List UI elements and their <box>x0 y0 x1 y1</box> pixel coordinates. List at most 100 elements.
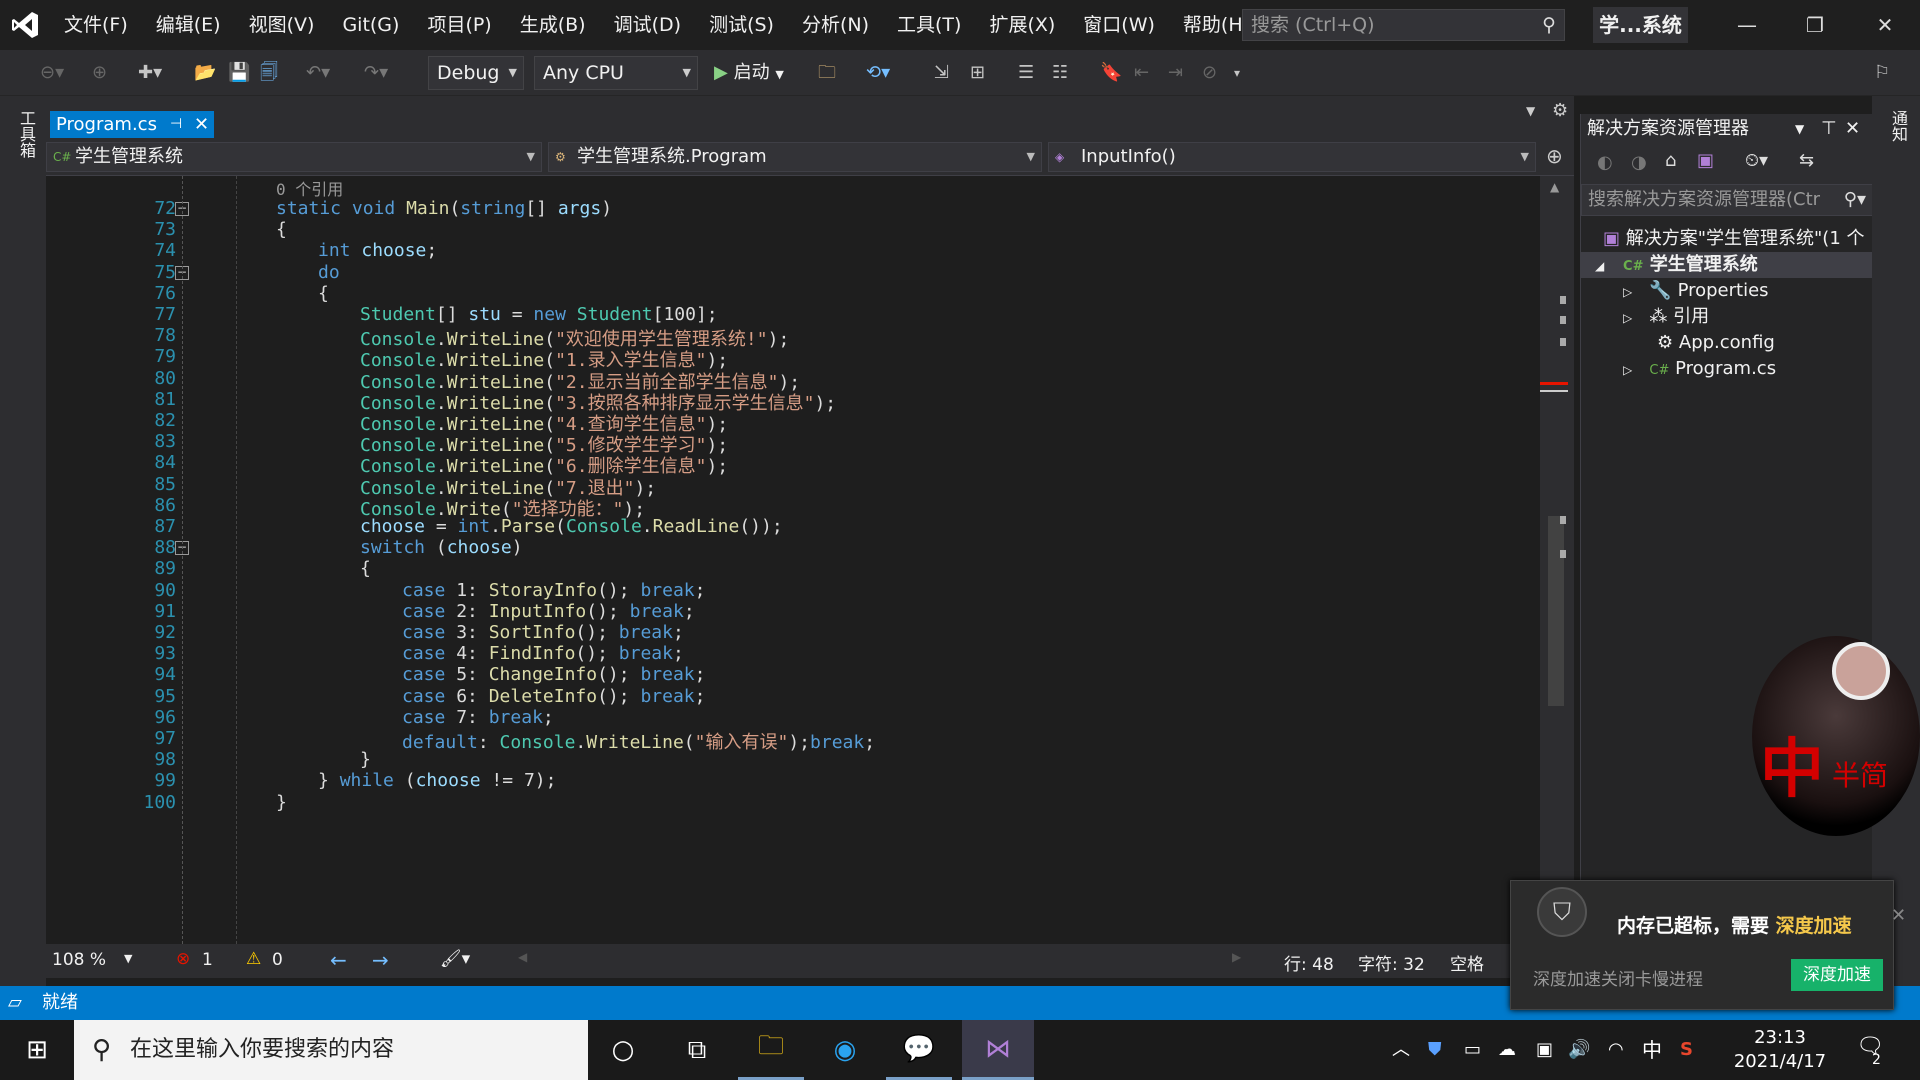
pin-icon[interactable]: ⊣ <box>170 111 182 138</box>
error-count[interactable]: 1 <box>202 950 213 970</box>
menu-item[interactable]: Git(G) <box>328 0 413 50</box>
search-input[interactable]: 搜索 (Ctrl+Q) ⚲ <box>1242 9 1565 41</box>
menu-item[interactable]: 视图(V) <box>235 0 329 50</box>
clock[interactable]: 23:13 2021/4/17 <box>1724 1026 1836 1074</box>
accelerate-button[interactable]: 深度加速 <box>1791 959 1883 991</box>
split-editor-icon[interactable]: ⊕ <box>1546 144 1563 168</box>
hot-reload-icon[interactable]: ⟲▾ <box>866 58 890 88</box>
step-icon[interactable]: ⇲ <box>934 58 949 88</box>
solution-search-input[interactable]: 搜索解决方案资源管理器(Ctr ⚲▾ <box>1581 184 1873 216</box>
uncomment-icon[interactable]: ☷ <box>1052 58 1068 88</box>
sync-icon[interactable]: ⇆ <box>1799 150 1814 171</box>
feedback-icon[interactable]: ⚐ <box>1874 58 1890 88</box>
windows-start-icon[interactable]: ⊞ <box>4 1020 70 1080</box>
tree-item-project[interactable]: ◢ C# 学生管理系统 <box>1581 252 1873 278</box>
line-number[interactable]: 行: 48 <box>1284 950 1334 975</box>
column-number[interactable]: 字符: 32 <box>1358 950 1425 975</box>
menu-item[interactable]: 文件(F) <box>50 0 142 50</box>
project-dropdown[interactable]: C# 学生管理系统 ▼ <box>46 142 542 172</box>
next-bookmark-icon[interactable]: ⇥ <box>1168 58 1183 88</box>
battery-icon[interactable]: ▭ <box>1464 1020 1481 1080</box>
forward-icon[interactable]: ◑ <box>1631 152 1647 173</box>
pin-icon[interactable]: ⊤ <box>1821 114 1837 144</box>
clear-bookmark-icon[interactable]: ⊘ <box>1202 58 1217 88</box>
browse-icon[interactable]: 🗀 <box>818 58 836 88</box>
visual-studio-logo-icon[interactable] <box>0 0 50 50</box>
code-line[interactable]: do <box>318 262 340 283</box>
chevron-down-icon[interactable]: ▼ <box>124 952 132 965</box>
tree-item-properties[interactable]: ▷ 🔧 Properties <box>1581 278 1873 304</box>
scroll-left-icon[interactable]: ◀ <box>518 950 527 964</box>
back-icon[interactable]: ⊖▾ <box>40 58 64 88</box>
edge-icon[interactable]: ◉ <box>812 1020 878 1080</box>
class-dropdown[interactable]: ⚙ 学生管理系统.Program ▼ <box>548 142 1042 172</box>
code-line[interactable]: switch (choose) <box>360 537 523 558</box>
tree-item-solution[interactable]: ▣ 解决方案"学生管理系统"(1 个 <box>1581 226 1873 252</box>
network-icon[interactable]: ◠ <box>1608 1020 1624 1080</box>
code-line[interactable]: case 1: StorayInfo(); break; <box>402 580 705 601</box>
close-tab-icon[interactable]: ✕ <box>194 111 209 138</box>
device-icon[interactable]: ▣ <box>1536 1020 1553 1080</box>
chevron-down-icon[interactable]: ▼ <box>1795 114 1804 144</box>
code-line[interactable]: case 5: ChangeInfo(); break; <box>402 664 705 685</box>
menu-item[interactable]: 测试(S) <box>695 0 788 50</box>
pending-changes-icon[interactable]: ⏲▾ <box>1745 150 1768 171</box>
menu-item[interactable]: 工具(T) <box>883 0 975 50</box>
zoom-level[interactable]: 108 % <box>52 950 106 970</box>
tray-expand-icon[interactable]: ︿ <box>1392 1020 1410 1080</box>
solution-name-badge[interactable]: 学...系统 <box>1593 7 1688 43</box>
toolbar-overflow-icon[interactable]: ▾ <box>1234 58 1240 88</box>
code-line[interactable]: case 7: break; <box>402 707 554 728</box>
menu-item[interactable]: 扩展(X) <box>975 0 1069 50</box>
code-line[interactable]: static void Main(string[] args) <box>276 198 612 219</box>
reference-count-lens[interactable]: 0 个引用 <box>276 176 343 200</box>
restore-icon[interactable]: ❐ <box>1782 0 1848 50</box>
menu-item[interactable]: 窗口(W) <box>1069 0 1169 50</box>
menu-item[interactable]: 生成(B) <box>506 0 600 50</box>
volume-icon[interactable]: 🔊 <box>1568 1020 1590 1080</box>
comment-icon[interactable]: ☰ <box>1018 58 1034 88</box>
back-icon[interactable]: ◐ <box>1597 152 1613 173</box>
code-line[interactable]: } <box>276 792 287 813</box>
ime-indicator[interactable]: 中 <box>1642 1020 1662 1080</box>
close-popup-icon[interactable]: ✕ <box>1891 905 1906 926</box>
switch-views-icon[interactable]: ▣ <box>1697 150 1714 171</box>
file-explorer-icon[interactable]: 🗀 <box>738 1020 804 1080</box>
code-line[interactable]: case 6: DeleteInfo(); break; <box>402 686 705 707</box>
code-line[interactable]: { <box>276 219 287 240</box>
nav-forward-icon[interactable]: → <box>372 948 389 972</box>
close-icon[interactable]: ✕ <box>1845 114 1860 144</box>
forward-icon[interactable]: ⊕ <box>92 58 107 88</box>
member-dropdown[interactable]: ◈ InputInfo() ▼ <box>1048 142 1536 172</box>
floating-avatar-widget[interactable]: 中 半简 <box>1752 636 1920 836</box>
toolbox-tab[interactable]: 工具箱 <box>14 110 38 158</box>
code-line[interactable]: } while (choose != 7); <box>318 770 556 791</box>
undo-icon[interactable]: ↶▾ <box>306 58 330 88</box>
code-line[interactable]: choose = int.Parse(Console.ReadLine()); <box>360 516 783 537</box>
minimize-icon[interactable]: — <box>1714 0 1780 50</box>
cleanup-icon[interactable]: 🖌▾ <box>440 949 470 969</box>
menu-item[interactable]: 项目(P) <box>413 0 505 50</box>
platform-select[interactable]: Any CPU ▼ <box>534 56 698 90</box>
taskbar-search-input[interactable]: ⚲ 在这里输入你要搜索的内容 <box>74 1020 588 1080</box>
warning-count[interactable]: 0 <box>272 950 283 970</box>
onedrive-icon[interactable]: ☁ <box>1498 1020 1516 1080</box>
warning-icon[interactable]: ⚠ <box>246 949 261 969</box>
settings-icon[interactable]: ⚙ <box>1552 100 1568 121</box>
sogou-icon[interactable]: S <box>1680 1020 1693 1080</box>
tab-list-icon[interactable]: ▼ <box>1526 104 1535 118</box>
bookmark-icon[interactable]: 🔖 <box>1100 58 1122 88</box>
layout-icon[interactable]: ⊞ <box>970 58 985 88</box>
cortana-icon[interactable]: ○ <box>590 1020 656 1080</box>
code-line[interactable]: Student[] stu = new Student[100]; <box>360 304 718 325</box>
notifications-tab[interactable]: 通知 <box>1886 110 1910 142</box>
popup-title-highlight[interactable]: 深度加速 <box>1776 915 1852 937</box>
code-line[interactable]: { <box>318 283 329 304</box>
task-view-icon[interactable]: ⧉ <box>664 1020 730 1080</box>
scroll-up-icon[interactable]: ▲ <box>1550 180 1559 194</box>
scroll-right-icon[interactable]: ▶ <box>1232 950 1241 964</box>
menu-item[interactable]: 分析(N) <box>788 0 883 50</box>
tree-item-program-cs[interactable]: ▷ C# Program.cs <box>1581 356 1873 382</box>
code-line[interactable]: { <box>360 558 371 579</box>
close-icon[interactable]: ✕ <box>1852 0 1918 50</box>
